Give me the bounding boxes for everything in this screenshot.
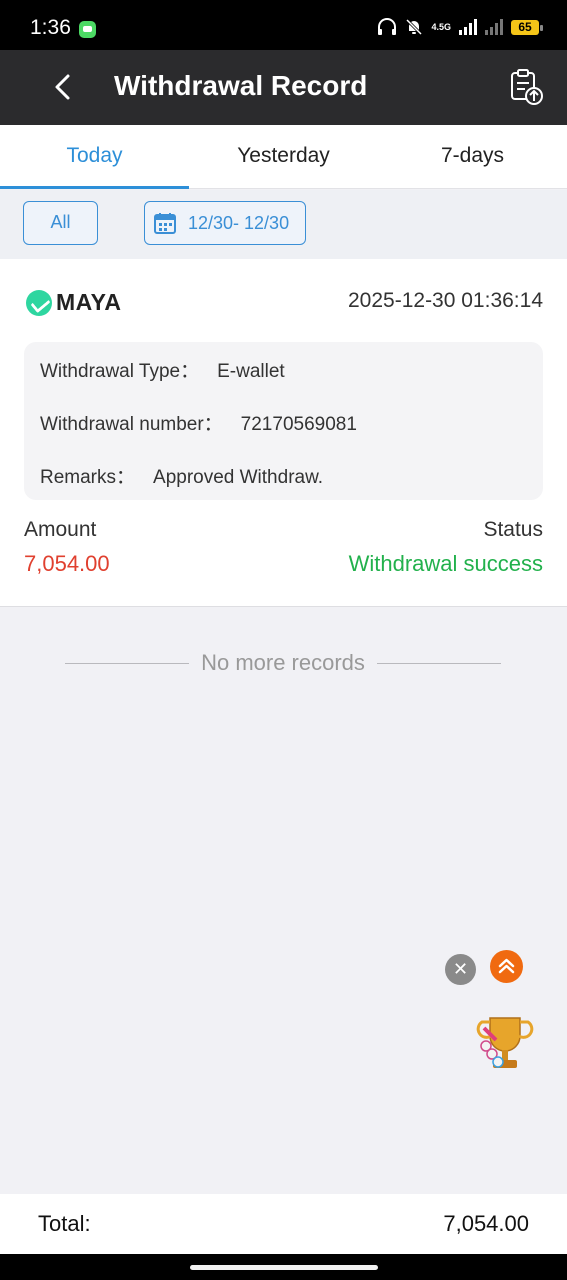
- upload-document-icon[interactable]: [509, 68, 545, 106]
- record-details: Withdrawal Type： E-wallet Withdrawal numb…: [24, 342, 543, 500]
- battery-icon: 65: [511, 19, 543, 35]
- chat-icon: [79, 21, 96, 38]
- withdrawal-record-card[interactable]: MAYA 2025-12-30 01:36:14 Withdrawal Type…: [0, 259, 567, 607]
- page-title: Withdrawal Record: [114, 70, 368, 101]
- period-tabs: Today Yesterday 7-days: [0, 125, 567, 189]
- calendar-icon: [154, 213, 176, 234]
- system-nav-bar: [0, 1254, 567, 1280]
- filter-all-button[interactable]: All: [23, 201, 98, 245]
- bell-off-icon: [406, 18, 423, 36]
- withdrawal-type-row: Withdrawal Type： E-wallet: [40, 356, 285, 383]
- total-value: 7,054.00: [443, 1211, 529, 1236]
- tab-7-days[interactable]: 7-days: [378, 125, 567, 188]
- no-more-records: No more records: [65, 650, 501, 676]
- scroll-top-icon[interactable]: [490, 950, 523, 983]
- tab-yesterday[interactable]: Yesterday: [189, 125, 378, 188]
- remarks-label: Remarks：: [40, 467, 136, 488]
- amount-value: 7,054.00: [24, 551, 110, 576]
- amount-label: Amount: [24, 518, 97, 541]
- network-type: 4.5G: [431, 21, 451, 32]
- trophy-icon[interactable]: [472, 1010, 538, 1076]
- provider-name: MAYA: [56, 289, 122, 315]
- withdrawal-type-label: Withdrawal Type：: [40, 361, 200, 382]
- remarks-row: Remarks： Approved Withdraw.: [40, 462, 323, 489]
- status-time: 1:36: [30, 16, 71, 39]
- home-indicator[interactable]: [190, 1265, 378, 1270]
- total-bar: Total: 7,054.00: [0, 1194, 567, 1254]
- remarks-value: Approved Withdraw.: [153, 467, 324, 488]
- status-icons: 4.5G 65: [377, 18, 543, 36]
- withdrawal-number-label: Withdrawal number：: [40, 414, 223, 435]
- tab-today[interactable]: Today: [0, 125, 189, 189]
- close-icon[interactable]: ✕: [445, 954, 476, 985]
- total-label: Total:: [38, 1211, 91, 1236]
- divider-left: [65, 662, 190, 664]
- filter-bar: All 12/30- 12/30: [0, 190, 567, 259]
- status-value: Withdrawal success: [348, 551, 543, 576]
- signal-icon: [459, 19, 477, 35]
- maya-logo-icon: [26, 289, 52, 316]
- status-bar: 1:36 4.5G 65: [0, 0, 567, 50]
- headphones-icon: [378, 18, 397, 35]
- date-range-label: 12/30- 12/30: [188, 212, 290, 233]
- withdrawal-number-row: Withdrawal number： 72170569081: [40, 409, 357, 436]
- status-label: Status: [483, 518, 543, 541]
- divider-right: [376, 662, 501, 664]
- no-more-records-text: No more records: [201, 650, 365, 675]
- provider-logo: MAYA: [26, 289, 122, 316]
- app-header: Withdrawal Record: [0, 50, 567, 125]
- back-arrow-icon[interactable]: [48, 72, 78, 102]
- withdrawal-type-value: E-wallet: [217, 361, 285, 382]
- signal-icon-secondary: [485, 19, 503, 35]
- withdrawal-number-value: 72170569081: [240, 414, 357, 435]
- date-range-button[interactable]: 12/30- 12/30: [144, 201, 306, 245]
- record-datetime: 2025-12-30 01:36:14: [348, 289, 543, 312]
